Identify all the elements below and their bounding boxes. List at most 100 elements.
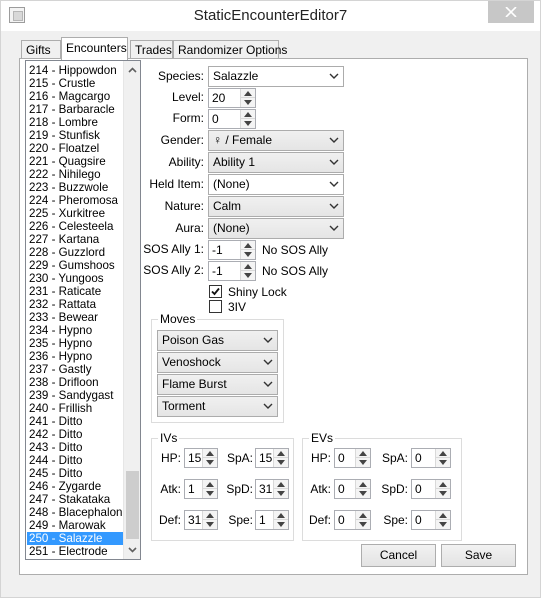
iv-def-up-button[interactable] <box>203 511 217 520</box>
scroll-down-button[interactable] <box>124 541 140 558</box>
sos-ally-1-down-button[interactable] <box>241 250 255 259</box>
list-item[interactable]: 229 - Gumshoos <box>27 259 124 272</box>
list-item[interactable]: 221 - Quagsire <box>27 155 124 168</box>
list-item[interactable]: 226 - Celesteela <box>27 220 124 233</box>
level-up-button[interactable] <box>241 89 255 98</box>
shiny-lock-label[interactable]: Shiny Lock <box>228 285 287 299</box>
ev-hp-up-button[interactable] <box>356 449 370 458</box>
ev-hp-down-button[interactable] <box>356 458 370 467</box>
shiny-lock-checkbox[interactable] <box>209 285 222 298</box>
move-4-combo[interactable]: Torment <box>157 396 278 417</box>
ev-def-stepper[interactable]: 0 <box>334 510 371 530</box>
sos-ally-2-stepper[interactable]: -1 <box>208 261 256 281</box>
list-item[interactable]: 228 - Guzzlord <box>27 246 124 259</box>
list-item[interactable]: 242 - Ditto <box>27 428 124 441</box>
list-scrollbar[interactable] <box>123 61 140 559</box>
iv-def-down-button[interactable] <box>203 520 217 529</box>
tab-encounters[interactable]: Encounters <box>61 37 128 60</box>
ability-combo[interactable]: Ability 1 <box>208 152 344 173</box>
ev-spd-up-button[interactable] <box>436 480 450 489</box>
iv-hp-stepper[interactable]: 15 <box>184 448 218 468</box>
move-3-combo[interactable]: Flame Burst <box>157 374 278 395</box>
list-item[interactable]: 232 - Rattata <box>27 298 124 311</box>
iv-def-stepper[interactable]: 31 <box>184 510 218 530</box>
list-item[interactable]: 230 - Yungoos <box>27 272 124 285</box>
ev-def-down-button[interactable] <box>356 520 370 529</box>
gender-combo[interactable]: ♀ / Female <box>208 130 344 151</box>
held-item-combo[interactable]: (None) <box>208 174 344 195</box>
list-item[interactable]: 245 - Ditto <box>27 467 124 480</box>
ev-spd-stepper[interactable]: 0 <box>411 479 451 499</box>
encounter-list[interactable]: 214 - Hippowdon 215 - Crustle 216 - Magcar… <box>25 60 141 560</box>
level-stepper[interactable]: 20 <box>208 88 256 108</box>
iv-spa-down-button[interactable] <box>274 458 288 467</box>
list-item[interactable]: 246 - Zygarde <box>27 480 124 493</box>
ev-spa-stepper[interactable]: 0 <box>411 448 451 468</box>
list-item[interactable]: 234 - Hypno <box>27 324 124 337</box>
list-item[interactable]: 218 - Lombre <box>27 116 124 129</box>
list-item[interactable]: 239 - Sandygast <box>27 389 124 402</box>
list-item[interactable]: 243 - Ditto <box>27 441 124 454</box>
iv-spe-stepper[interactable]: 1 <box>255 510 289 530</box>
cancel-button[interactable]: Cancel <box>361 544 436 567</box>
ev-def-up-button[interactable] <box>356 511 370 520</box>
iv-atk-down-button[interactable] <box>203 489 217 498</box>
ev-hp-stepper[interactable]: 0 <box>334 448 371 468</box>
list-item[interactable]: 223 - Buzzwole <box>27 181 124 194</box>
list-item[interactable]: 237 - Gastly <box>27 363 124 376</box>
list-item[interactable]: 222 - Nihilego <box>27 168 124 181</box>
list-item[interactable]: 225 - Xurkitree <box>27 207 124 220</box>
nature-combo[interactable]: Calm <box>208 196 344 217</box>
ev-spa-down-button[interactable] <box>436 458 450 467</box>
list-item[interactable]: 251 - Electrode <box>27 545 124 558</box>
iv-spe-down-button[interactable] <box>274 520 288 529</box>
list-item[interactable]: 227 - Kartana <box>27 233 124 246</box>
tab-randomizer-options[interactable]: Randomizer Options <box>173 40 287 59</box>
ev-spe-down-button[interactable] <box>436 520 450 529</box>
list-item[interactable]: 236 - Hypno <box>27 350 124 363</box>
list-item[interactable]: 247 - Stakataka <box>27 493 124 506</box>
scroll-thumb[interactable] <box>126 471 139 539</box>
form-down-button[interactable] <box>241 119 255 128</box>
list-item[interactable]: 240 - Frillish <box>27 402 124 415</box>
form-stepper[interactable]: 0 <box>208 109 256 129</box>
list-item[interactable]: 219 - Stunfisk <box>27 129 124 142</box>
iv-spe-up-button[interactable] <box>274 511 288 520</box>
iv-spd-down-button[interactable] <box>274 489 288 498</box>
move-2-combo[interactable]: Venoshock <box>157 352 278 373</box>
iv-hp-down-button[interactable] <box>203 458 217 467</box>
species-combo[interactable]: Salazzle <box>208 66 344 87</box>
iv-atk-up-button[interactable] <box>203 480 217 489</box>
iv-atk-stepper[interactable]: 1 <box>184 479 218 499</box>
list-item[interactable]: 220 - Floatzel <box>27 142 124 155</box>
sos-ally-2-up-button[interactable] <box>241 262 255 271</box>
save-button[interactable]: Save <box>441 544 516 567</box>
list-item[interactable]: 241 - Ditto <box>27 415 124 428</box>
move-1-combo[interactable]: Poison Gas <box>157 330 278 351</box>
list-item[interactable]: 249 - Marowak <box>27 519 124 532</box>
ev-spe-up-button[interactable] <box>436 511 450 520</box>
list-item[interactable]: 244 - Ditto <box>27 454 124 467</box>
list-item[interactable]: 235 - Hypno <box>27 337 124 350</box>
list-item[interactable]: 233 - Bewear <box>27 311 124 324</box>
list-item[interactable]: 214 - Hippowdon <box>27 64 124 77</box>
three-iv-checkbox[interactable] <box>209 300 222 313</box>
level-down-button[interactable] <box>241 98 255 107</box>
list-item[interactable]: 215 - Crustle <box>27 77 124 90</box>
aura-combo[interactable]: (None) <box>208 218 344 239</box>
list-item[interactable]: 217 - Barbaracle <box>27 103 124 116</box>
tab-gifts[interactable]: Gifts <box>21 40 61 59</box>
list-item[interactable]: 231 - Raticate <box>27 285 124 298</box>
sos-ally-1-up-button[interactable] <box>241 241 255 250</box>
iv-spa-stepper[interactable]: 15 <box>255 448 289 468</box>
iv-spa-up-button[interactable] <box>274 449 288 458</box>
iv-hp-up-button[interactable] <box>203 449 217 458</box>
ev-atk-down-button[interactable] <box>356 489 370 498</box>
ev-spa-up-button[interactable] <box>436 449 450 458</box>
tab-trades[interactable]: Trades <box>130 40 173 59</box>
ev-atk-stepper[interactable]: 0 <box>334 479 371 499</box>
sos-ally-1-stepper[interactable]: -1 <box>208 240 256 260</box>
list-item[interactable]: 238 - Drifloon <box>27 376 124 389</box>
ev-spd-down-button[interactable] <box>436 489 450 498</box>
list-item[interactable]: 216 - Magcargo <box>27 90 124 103</box>
